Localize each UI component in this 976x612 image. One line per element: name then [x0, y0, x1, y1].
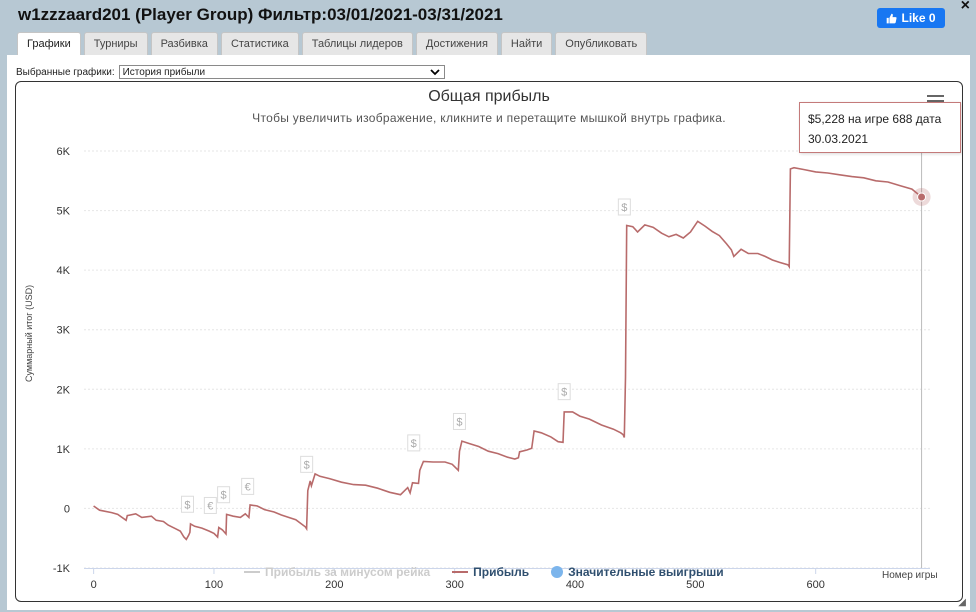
- tab-search[interactable]: Найти: [500, 32, 553, 55]
- y-tick-label: 6K: [57, 146, 71, 158]
- chart-selector-row: Выбранные графики: История прибыли: [16, 65, 445, 79]
- legend-dot-icon: [551, 566, 564, 578]
- profit-series-line: [93, 166, 923, 541]
- charts-panel: Выбранные графики: История прибыли -1K 0 1…: [7, 55, 970, 610]
- legend-label-profit: Прибыль: [473, 565, 530, 579]
- tab-achievements[interactable]: Достижения: [415, 32, 498, 55]
- tab-breakdown[interactable]: Разбивка: [150, 32, 218, 55]
- tooltip-line-1: $5,228 на игре 688 дата: [808, 112, 942, 126]
- legend-line-icon: [452, 571, 469, 573]
- hover-point-marker: [917, 192, 927, 202]
- window-title: w1zzzaard201 (Player Group) Фильтр:03/01…: [18, 5, 503, 24]
- big-win-symbol: €: [245, 481, 251, 493]
- profit-chart-svg[interactable]: -1K 0 1K 2K 3K 4K 5K 6K 0 100 200 300 400 500 600 $ € $ € $…: [16, 82, 962, 601]
- y-tick-label: 4K: [57, 265, 71, 277]
- fb-like-label: Like 0: [901, 11, 936, 25]
- facebook-like-button[interactable]: Like 0: [877, 8, 945, 28]
- chart-selector-label: Выбранные графики:: [16, 66, 115, 78]
- y-tick-label: 3K: [57, 325, 71, 337]
- chart-selector-dropdown[interactable]: История прибыли: [118, 65, 445, 79]
- x-tick-label: 0: [91, 579, 97, 591]
- y-tick-label: -1K: [53, 563, 71, 575]
- tab-leaderboards[interactable]: Таблицы лидеров: [301, 32, 413, 55]
- tooltip-line-2: 30.03.2021: [808, 132, 869, 146]
- tab-statistics[interactable]: Статистика: [220, 32, 299, 55]
- tab-bar: Графики Турниры Разбивка Статистика Табл…: [17, 32, 648, 57]
- legend-line-icon: [244, 571, 260, 573]
- big-win-symbol: $: [561, 387, 567, 399]
- y-tick-label: 1K: [57, 444, 71, 456]
- y-tick-label: 2K: [57, 384, 71, 396]
- report-window: w1zzzaard201 (Player Group) Фильтр:03/01…: [0, 0, 976, 612]
- title-bar: w1zzzaard201 (Player Group) Фильтр:03/01…: [0, 0, 976, 32]
- chart-selector-value: История прибыли: [122, 67, 206, 78]
- chevron-down-icon: [429, 69, 440, 76]
- legend-item-rake[interactable]: Прибыль за минусом рейка: [244, 565, 430, 579]
- x-tick-label: 300: [445, 579, 463, 591]
- big-win-symbol: $: [304, 459, 310, 471]
- big-win-symbol: €: [207, 500, 213, 512]
- big-win-symbol: $: [411, 438, 417, 450]
- x-axis-label: Номер игры: [882, 570, 938, 581]
- y-tick-label: 0: [64, 503, 70, 515]
- tab-tournaments[interactable]: Турниры: [83, 32, 148, 55]
- y-tick-label: 5K: [57, 206, 71, 218]
- x-tick-label: 500: [686, 579, 704, 591]
- chart-tooltip: $5,228 на игре 688 дата 30.03.2021: [799, 102, 961, 153]
- tab-publish[interactable]: Опубликовать: [555, 32, 648, 55]
- big-win-symbol: $: [621, 202, 627, 214]
- chart-legend: Прибыль за минусом рейка Прибыль Значите…: [244, 565, 724, 579]
- x-tick-label: 600: [806, 579, 824, 591]
- resize-grip-icon[interactable]: ◢: [958, 597, 966, 608]
- legend-item-big-wins[interactable]: Значительные выигрыши: [551, 565, 724, 579]
- big-win-symbol: $: [456, 416, 462, 428]
- x-tick-label: 400: [566, 579, 584, 591]
- legend-item-profit[interactable]: Прибыль: [452, 565, 529, 579]
- big-win-symbol: $: [184, 499, 190, 511]
- x-tick-label: 100: [205, 579, 223, 591]
- close-icon[interactable]: ×: [961, 0, 970, 15]
- y-axis-label: Суммарный итог (USD): [24, 284, 34, 382]
- big-win-symbol: $: [221, 490, 227, 502]
- chart-container[interactable]: -1K 0 1K 2K 3K 4K 5K 6K 0 100 200 300 400 500 600 $ € $ € $…: [15, 81, 963, 602]
- tab-charts[interactable]: Графики: [17, 32, 81, 57]
- legend-label-big-wins: Значительные выигрыши: [568, 565, 724, 579]
- thumbs-up-icon: [887, 13, 898, 23]
- legend-label-rake: Прибыль за минусом рейка: [265, 565, 431, 579]
- x-tick-label: 200: [325, 579, 343, 591]
